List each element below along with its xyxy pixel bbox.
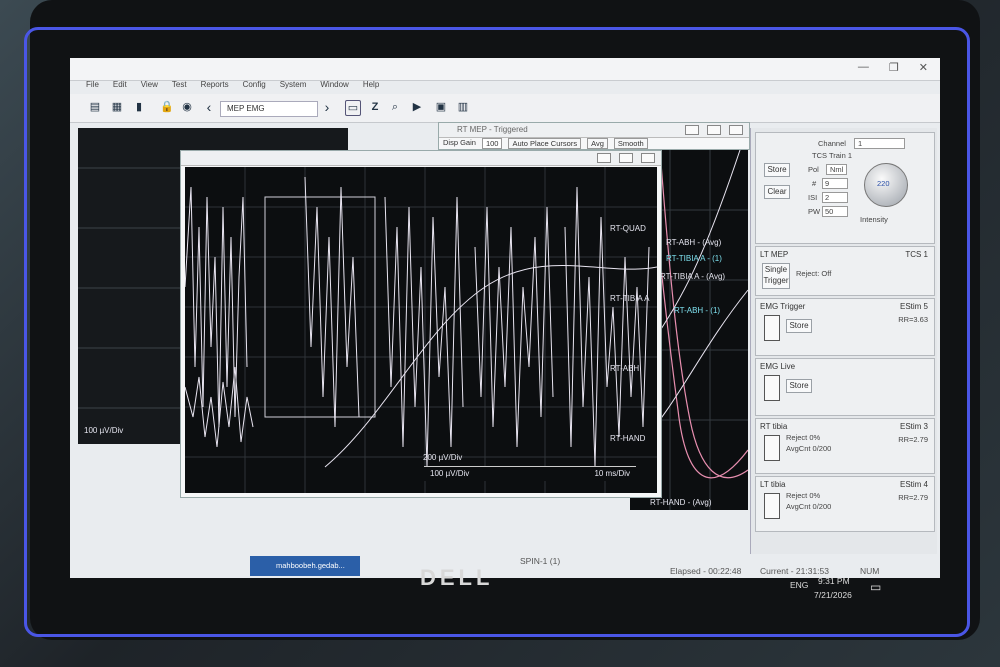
highlight-frame	[24, 27, 970, 637]
